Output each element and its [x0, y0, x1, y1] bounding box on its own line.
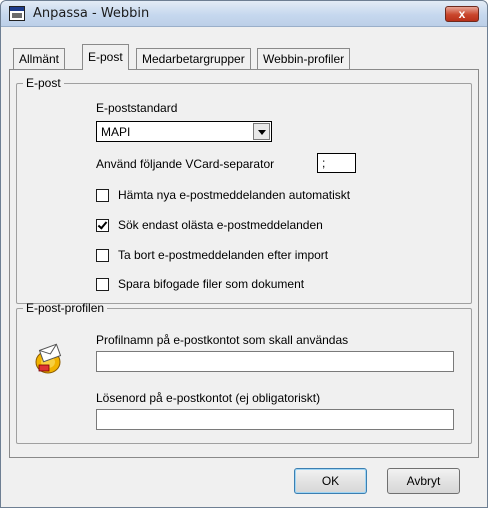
- ok-button[interactable]: OK: [294, 468, 367, 494]
- checkbox-fetch-auto[interactable]: [96, 189, 109, 202]
- email-profile-group-legend: E-post-profilen: [26, 301, 105, 315]
- title-bar[interactable]: Anpassa - Webbin x: [1, 1, 487, 27]
- tab-label: E-post: [88, 50, 123, 64]
- email-group-legend: E-post: [26, 76, 61, 90]
- profile-name-label: Profilnamn på e-postkontot som skall anv…: [96, 333, 349, 347]
- vcard-separator-input[interactable]: ;: [317, 153, 356, 173]
- email-profile-icon: [35, 343, 62, 374]
- tab-medarbetargrupper[interactable]: Medarbetargrupper: [136, 48, 251, 69]
- vcard-separator-value: ;: [322, 156, 326, 170]
- email-standard-select[interactable]: MAPI: [96, 121, 272, 142]
- email-standard-label: E-poststandard: [96, 101, 178, 115]
- tab-allmant[interactable]: Allmänt: [13, 48, 66, 69]
- checkbox-delete-after-import[interactable]: [96, 249, 109, 262]
- checkbox-delete-after-import-label: Ta bort e-postmeddelanden efter import: [118, 248, 329, 262]
- profile-name-input[interactable]: [96, 351, 454, 372]
- tab-label: Allmänt: [19, 52, 60, 66]
- password-label: Lösenord på e-postkontot (ej obligatoris…: [96, 391, 321, 405]
- checkbox-unread-only[interactable]: [96, 219, 109, 232]
- vcard-separator-label: Använd följande VCard-separator: [96, 157, 275, 171]
- email-standard-value: MAPI: [101, 125, 131, 139]
- close-icon: x: [458, 7, 466, 21]
- password-input[interactable]: [96, 409, 454, 430]
- checkbox-save-attachments-label: Spara bifogade filer som dokument: [118, 277, 305, 291]
- cancel-button-label: Avbryt: [406, 474, 441, 488]
- ok-button-label: OK: [321, 474, 340, 488]
- tab-label: Medarbetargrupper: [142, 52, 245, 66]
- tab-webbin-profiler[interactable]: Webbin-profiler: [257, 48, 351, 69]
- tab-e-post[interactable]: E-post: [82, 44, 129, 70]
- close-button[interactable]: x: [445, 6, 479, 22]
- tab-label: Webbin-profiler: [263, 52, 345, 66]
- cancel-button[interactable]: Avbryt: [387, 468, 460, 494]
- app-icon: [9, 6, 25, 21]
- chevron-down-icon[interactable]: [253, 123, 270, 140]
- checkmark-icon: [97, 219, 108, 230]
- checkbox-fetch-auto-label: Hämta nya e-postmeddelanden automatiskt: [118, 188, 351, 202]
- dialog-window: Anpassa - Webbin x Allmänt E-post Medarb…: [0, 0, 488, 508]
- window-title: Anpassa - Webbin: [33, 6, 150, 21]
- checkbox-save-attachments[interactable]: [96, 278, 109, 291]
- checkbox-unread-only-label: Sök endast olästa e-postmeddelanden: [118, 218, 323, 232]
